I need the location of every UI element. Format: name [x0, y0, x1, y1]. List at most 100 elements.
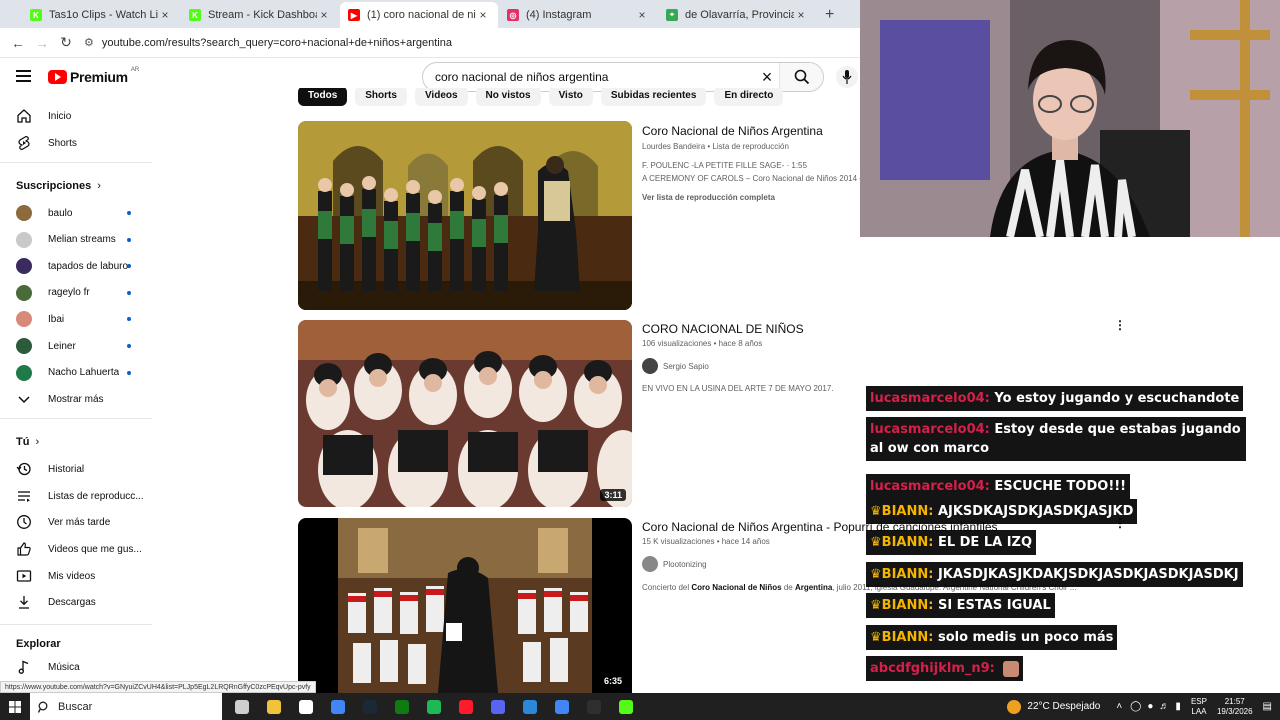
close-tab-icon[interactable]: ×	[476, 8, 490, 22]
subscription-label: Ibai	[48, 313, 65, 325]
subscriptions-header[interactable]: Suscripciones ›	[16, 180, 101, 192]
tab-title: Tas1o Clips - Watch Live on Kick	[49, 9, 158, 21]
channel-avatar	[642, 358, 658, 374]
tab-title: (4) Instagram	[526, 9, 592, 21]
taskbar-search[interactable]: Buscar	[30, 693, 222, 720]
network-icon[interactable]: ◯	[1130, 701, 1141, 712]
task-view-icon	[235, 699, 249, 714]
sidebar-item-history[interactable]: Historial	[0, 456, 152, 482]
sidebar-item-shorts[interactable]: Shorts	[0, 130, 152, 156]
result-title[interactable]: Coro Nacional de Niños Argentina	[642, 124, 823, 138]
filter-chip[interactable]: Subidas recientes	[600, 88, 707, 106]
result-title[interactable]: CORO NACIONAL DE NIÑOS	[642, 322, 804, 336]
sidebar-item-my-videos[interactable]: Mis videos	[0, 563, 152, 589]
chat-username: abcdfghijklm_n9:	[870, 661, 995, 676]
filter-chip[interactable]: Shorts	[355, 88, 407, 106]
browser-tab[interactable]: ⌖ de Olavarría, Provincia de Buenos Aires…	[658, 2, 816, 28]
show-more-button[interactable]: Mostrar más	[0, 386, 152, 412]
battery-icon[interactable]: ▮	[1175, 701, 1181, 712]
weather-icon	[1007, 699, 1022, 714]
subscription-item[interactable]: Melian streams	[0, 227, 152, 253]
menu-icon[interactable]	[16, 70, 31, 82]
filter-chip[interactable]: No vistos	[475, 88, 541, 106]
sidebar-item-label: Música	[48, 661, 80, 673]
clock[interactable]: 21:57 19/3/2026	[1217, 697, 1253, 717]
taskbar-app-xbox[interactable]	[386, 693, 418, 720]
taskbar-app-kick[interactable]	[610, 693, 642, 720]
shorts-icon	[18, 135, 30, 151]
chat-message: ♛BIANN: JKASDJKASJKDAKJSDKJASDKJASDKJASD…	[866, 562, 1243, 587]
taskbar-app-steam[interactable]	[354, 693, 386, 720]
subscription-item[interactable]: tapados de laburo	[0, 253, 152, 279]
reload-button[interactable]: ↻	[54, 34, 78, 51]
voice-search-button[interactable]	[836, 66, 858, 88]
chat-text: SI ESTAS IGUAL	[937, 598, 1051, 613]
sidebar-item-home[interactable]: Inicio	[0, 103, 152, 129]
clear-search-icon[interactable]: ×	[755, 67, 779, 88]
subscription-item[interactable]: Ibai	[0, 306, 152, 332]
search-input[interactable]: coro nacional de niños argentina	[423, 70, 755, 84]
more-options-icon[interactable]: ⋮	[1114, 318, 1126, 332]
browser-tab[interactable]: ◎ (4) Instagram ×	[499, 2, 657, 28]
result-thumbnail[interactable]: 3:11	[298, 320, 632, 507]
filter-chip[interactable]: Visto	[548, 88, 593, 106]
view-full-playlist-link[interactable]: Ver lista de reproducción completa	[642, 193, 775, 202]
tray-chevron-icon[interactable]: ˄	[1116, 701, 1122, 712]
sidebar-item-liked-videos[interactable]: Videos que me gus...	[0, 536, 152, 562]
close-tab-icon[interactable]: ×	[635, 8, 649, 22]
new-tab-button[interactable]: +	[817, 2, 842, 28]
sidebar-item-downloads[interactable]: Descargas	[0, 589, 152, 615]
sidebar-item-music[interactable]: Música	[0, 654, 152, 680]
taskbar-app-opera[interactable]	[450, 693, 482, 720]
url-field[interactable]: ⚙ youtube.com/results?search_query=coro+…	[84, 36, 452, 50]
mic-tray-icon[interactable]: ●	[1147, 701, 1153, 712]
logo-text: Premium	[70, 69, 128, 85]
taskbar-app-chrome-2[interactable]	[546, 693, 578, 720]
taskbar-app-capcut[interactable]	[290, 693, 322, 720]
browser-tab[interactable]: ▶ (1) coro nacional de niños argentina×	[340, 2, 498, 28]
sidebar-item-label: Inicio	[48, 110, 72, 122]
input-language[interactable]: ESP LAA	[1191, 697, 1207, 717]
notifications-icon[interactable]: ▤	[1263, 701, 1272, 712]
video-duration: 3:11	[600, 489, 626, 501]
youtube-logo[interactable]: Premium AR	[48, 67, 139, 85]
site-info-icon[interactable]: ⚙	[84, 36, 94, 49]
filter-chip[interactable]: Videos	[414, 88, 468, 106]
taskbar-app-chrome[interactable]	[322, 693, 354, 720]
weather-text[interactable]: 22°C Despejado	[1027, 701, 1100, 712]
subscription-item[interactable]: Leiner	[0, 333, 152, 359]
start-button[interactable]	[0, 693, 30, 720]
taskbar-app-task-view[interactable]	[226, 693, 258, 720]
channel-link[interactable]: Sergio Sapio	[642, 358, 709, 374]
sidebar-item-watch-later[interactable]: Ver más tarde	[0, 509, 152, 535]
sidebar-item-playlists[interactable]: Listas de reproducc...	[0, 483, 152, 509]
volume-icon[interactable]: ♬	[1159, 701, 1169, 712]
subscription-item[interactable]: rageylo fr	[0, 280, 152, 306]
search-button[interactable]	[779, 63, 823, 91]
browser-tab[interactable]: K Stream - Kick Dashboard×	[181, 2, 339, 28]
taskbar-app-discord[interactable]	[482, 693, 514, 720]
taskbar-app-obs[interactable]	[578, 693, 610, 720]
playlist-item[interactable]: F. POULENC -LA PETITE FILLE SAGE- · 1:55	[642, 161, 807, 170]
taskbar-app-file-explorer[interactable]	[258, 693, 290, 720]
back-button[interactable]: ←	[6, 35, 30, 51]
mic-icon	[842, 70, 852, 84]
close-tab-icon[interactable]: ×	[317, 8, 331, 22]
playlist-item[interactable]: A CEREMONY OF CAROLS – Coro Nacional de …	[642, 174, 873, 183]
result-meta: 106 visualizaciones • hace 8 años	[642, 339, 763, 348]
browser-tab[interactable]: K Tas1o Clips - Watch Live on Kick×	[22, 2, 180, 28]
close-tab-icon[interactable]: ×	[794, 8, 808, 22]
taskbar-app-spotify[interactable]	[418, 693, 450, 720]
subscription-item[interactable]: Nacho Lahuerta	[0, 360, 152, 386]
forward-button[interactable]: →	[30, 35, 54, 51]
filter-chip[interactable]: En directo	[714, 88, 784, 106]
subscription-item[interactable]: baulo	[0, 200, 152, 226]
chat-text: ESCUCHE TODO!!!	[994, 479, 1127, 494]
filter-chip[interactable]: Todos	[298, 88, 348, 106]
result-thumbnail[interactable]: 6:35	[298, 518, 632, 693]
result-thumbnail[interactable]	[298, 121, 632, 310]
channel-link[interactable]: Plootonizing	[642, 556, 707, 572]
you-header[interactable]: Tú ›	[16, 436, 39, 448]
taskbar-app-teams[interactable]	[514, 693, 546, 720]
close-tab-icon[interactable]: ×	[158, 8, 172, 22]
